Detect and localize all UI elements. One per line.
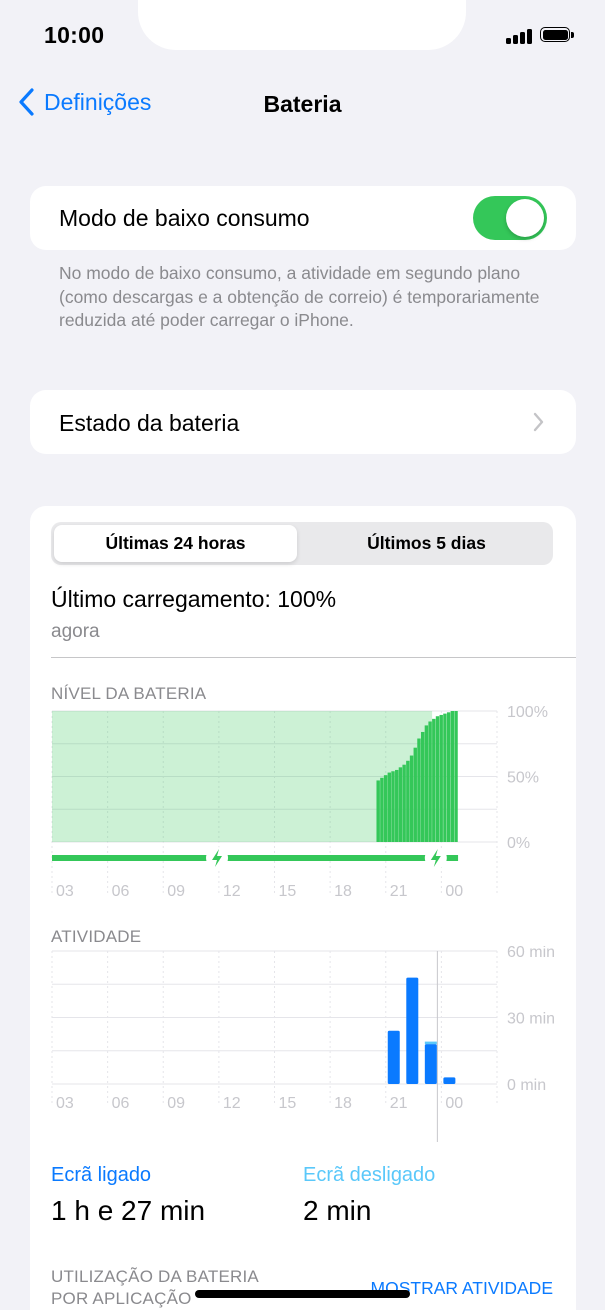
battery-level-chart: 100% 50% 0% 03 06 09 12 15 18 21 00 xyxy=(51,706,548,900)
battery-bar xyxy=(450,711,455,842)
segment-last-5-days[interactable]: Últimos 5 dias xyxy=(303,525,550,562)
x-tick-label: 03 xyxy=(56,1095,74,1112)
x-tick-label: 00 xyxy=(445,883,463,900)
x-tick-label: 18 xyxy=(334,883,352,900)
battery-bar xyxy=(439,714,443,842)
screen-on-value: 1 h e 27 min xyxy=(51,1195,206,1226)
screen: 10:00 Definições Bateria Modo de baixo c… xyxy=(0,0,605,1310)
battery-bar xyxy=(413,747,417,842)
battery-bar xyxy=(406,760,410,842)
activity-bar-screen-on xyxy=(406,977,419,1084)
low-power-row: Modo de baixo consumo xyxy=(30,186,576,250)
battery-bar xyxy=(398,767,403,842)
x-tick-label: 15 xyxy=(279,1095,297,1112)
activity-chart: 60 min 30 min 0 min 03 06 09 12 15 18 21 00 xyxy=(51,946,555,1142)
battery-bar xyxy=(380,777,384,842)
screen-on-label: Ecrã ligado xyxy=(51,1164,152,1186)
x-tick-label: 00 xyxy=(445,1095,463,1112)
x-tick-label: 21 xyxy=(390,883,408,900)
signal-icon xyxy=(506,28,534,44)
battery-bar xyxy=(402,764,406,842)
screen-off-label: Ecrã desligado xyxy=(303,1164,436,1186)
y-tick-label: 0 min xyxy=(507,1077,546,1094)
battery-bar xyxy=(417,738,421,842)
activity-bar-screen-on xyxy=(387,1030,400,1084)
activity-bar-screen-on xyxy=(424,1044,437,1084)
battery-bar xyxy=(391,771,395,842)
home-indicator xyxy=(195,1290,410,1298)
x-tick-label: 03 xyxy=(56,883,74,900)
activity-title: ATIVIDADE xyxy=(51,927,142,946)
last-charge-time: agora xyxy=(51,621,100,642)
notch xyxy=(138,0,466,50)
battery-health-label: Estado da bateria xyxy=(59,410,240,436)
y-tick-label: 50% xyxy=(507,770,539,787)
status-time: 10:00 xyxy=(44,22,105,48)
battery-health-row[interactable]: Estado da bateria xyxy=(30,390,576,454)
battery-bar xyxy=(432,718,436,842)
page-title: Bateria xyxy=(263,91,342,117)
x-tick-label: 06 xyxy=(112,1095,130,1112)
y-tick-label: 30 min xyxy=(507,1011,555,1028)
x-tick-label: 09 xyxy=(167,1095,185,1112)
battery-bar xyxy=(424,725,429,842)
battery-bar xyxy=(428,721,432,842)
app-usage-header: UTILIZAÇÃO DA BATERIA POR APLICAÇÃO xyxy=(51,1267,258,1308)
last-charge-text: Último carregamento: 100% xyxy=(51,586,337,612)
x-tick-label: 21 xyxy=(390,1095,408,1112)
battery-bar xyxy=(409,755,414,842)
low-power-toggle[interactable] xyxy=(473,196,547,240)
battery-bar xyxy=(454,711,458,842)
y-tick-label: 100% xyxy=(507,706,548,721)
segment-last-24-hours[interactable]: Últimas 24 horas xyxy=(54,525,297,562)
x-tick-label: 06 xyxy=(112,883,130,900)
battery-bar xyxy=(395,769,399,842)
screen-off-value: 2 min xyxy=(303,1195,372,1226)
battery-bar xyxy=(446,712,451,842)
battery-bar xyxy=(376,780,380,842)
toggle-knob xyxy=(506,199,544,237)
x-tick-label: 15 xyxy=(279,883,297,900)
battery-level-title: NÍVEL DA BATERIA xyxy=(51,684,207,703)
battery-bar xyxy=(383,775,388,842)
y-tick-label: 60 min xyxy=(507,946,555,961)
x-tick-label: 12 xyxy=(223,1095,241,1112)
activity-bar-screen-on xyxy=(443,1077,456,1084)
x-tick-label: 18 xyxy=(334,1095,352,1112)
battery-bar xyxy=(443,713,447,842)
low-power-footnote: No modo de baixo consumo, a atividade em… xyxy=(59,263,540,330)
battery-bar xyxy=(435,716,440,842)
low-power-label: Modo de baixo consumo xyxy=(59,205,310,231)
x-tick-label: 09 xyxy=(167,883,185,900)
divider xyxy=(51,657,576,658)
battery-icon xyxy=(540,27,576,44)
chevron-right-icon xyxy=(533,412,544,432)
y-tick-label: 0% xyxy=(507,835,530,852)
battery-bar xyxy=(387,772,392,842)
battery-bar xyxy=(420,731,425,842)
battery-usage-card: Últimas 24 horas Últimos 5 dias Último c… xyxy=(30,506,576,1310)
status-bar: 10:00 xyxy=(0,0,605,70)
period-segmented-control: Últimas 24 horas Últimos 5 dias xyxy=(51,522,553,565)
charging-band xyxy=(52,711,433,842)
x-tick-label: 12 xyxy=(223,883,241,900)
activity-bar-screen-off xyxy=(424,1041,437,1045)
nav-bar: Definições Bateria xyxy=(0,80,605,126)
